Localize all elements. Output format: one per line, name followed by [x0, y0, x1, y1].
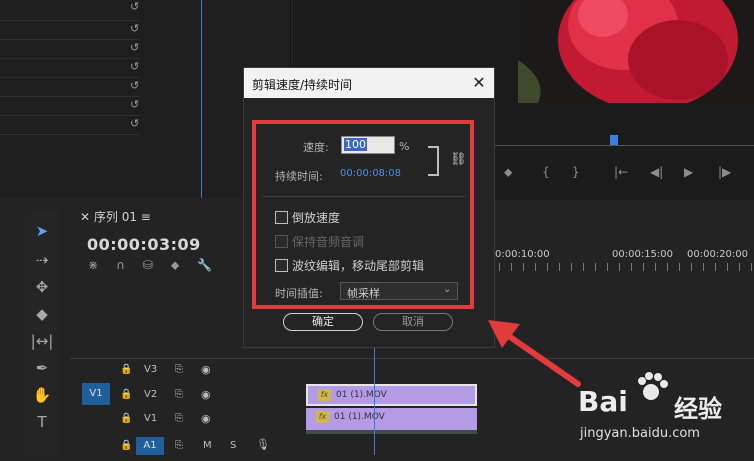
- sync-icon[interactable]: ⎘: [175, 413, 183, 424]
- tools-panel: ➤ ⇢ ✥ ◆ |↔| ✒ ✋ T: [26, 212, 58, 455]
- play-icon[interactable]: ▶: [684, 165, 693, 179]
- annotation-arrow: [488, 320, 581, 387]
- ruler-label: 00:00:20:00: [687, 249, 749, 260]
- mark-out-icon[interactable]: }: [572, 165, 580, 179]
- highlight-box: [252, 120, 474, 309]
- paw-logo: [638, 372, 668, 400]
- nest-icon[interactable]: ⋇: [88, 258, 116, 272]
- step-back-icon[interactable]: ◀|: [650, 165, 663, 179]
- sync-icon[interactable]: ⎘: [175, 364, 183, 375]
- track-header-v3: 🔒 V3 ⎘ ◉: [70, 359, 305, 383]
- track-select-icon[interactable]: ⇢: [30, 249, 54, 271]
- timeline-timecode[interactable]: 00:00:03:09: [87, 235, 201, 254]
- effect-row: ↺: [0, 95, 140, 116]
- video-preview: [518, 0, 754, 103]
- ruler-ticks: [475, 263, 754, 271]
- track-name: V1: [144, 413, 158, 424]
- track-header-a1: 🔒 A1 ⎘ M S 🎙: [70, 437, 305, 461]
- track-name: V3: [144, 364, 158, 375]
- cancel-button-label: 取消: [402, 315, 424, 328]
- ripple-edit-icon[interactable]: ✥: [30, 276, 54, 298]
- snap-icon[interactable]: ∩: [116, 258, 143, 272]
- reset-icon[interactable]: ↺: [130, 0, 142, 13]
- tab-menu-icon[interactable]: ≡: [141, 210, 151, 224]
- go-to-in-icon[interactable]: |←: [614, 165, 628, 179]
- ruler-label: 0:00:10:00: [495, 249, 550, 260]
- wrench-icon[interactable]: 🔧: [197, 258, 230, 272]
- clip-v2[interactable]: fx 01 (1).MOV: [306, 384, 477, 406]
- effect-playhead[interactable]: [201, 0, 202, 198]
- clip-v1[interactable]: fx 01 (1).MOV: [306, 408, 477, 430]
- mute-icon[interactable]: M: [203, 440, 212, 451]
- track-header-v2: V1 🔒 V2 ⎘ ◉: [70, 383, 305, 408]
- track-name: V2: [144, 389, 158, 400]
- source-track-v1[interactable]: V1: [82, 383, 110, 405]
- reset-icon[interactable]: ↺: [130, 22, 142, 35]
- effect-row: ↺: [0, 76, 140, 97]
- sync-icon[interactable]: ⎘: [175, 440, 183, 451]
- ok-button-label: 确定: [312, 315, 334, 328]
- add-marker-icon[interactable]: ⬥: [171, 258, 197, 272]
- close-icon[interactable]: ✕: [470, 73, 488, 92]
- ruler-label: 00:00:15:00: [612, 249, 674, 260]
- clip-label: 01 (1).MOV: [336, 390, 387, 400]
- type-tool-icon[interactable]: T: [30, 411, 54, 433]
- effect-row: ↺: [0, 0, 140, 21]
- audio-clip-strip: [306, 430, 477, 434]
- hand-icon[interactable]: ✋: [30, 384, 54, 406]
- eye-icon[interactable]: ◉: [201, 412, 211, 425]
- ruler-line: [493, 145, 754, 146]
- effect-row: ↺: [0, 57, 140, 78]
- track-name[interactable]: A1: [136, 437, 164, 455]
- reset-icon[interactable]: ↺: [130, 41, 142, 54]
- lock-icon[interactable]: 🔒: [120, 440, 132, 451]
- fx-badge: fx: [316, 411, 329, 423]
- reset-icon[interactable]: ↺: [130, 98, 142, 111]
- reset-icon[interactable]: ↺: [130, 79, 142, 92]
- track-header-v1: 🔒 V1 ⎘ ◉: [70, 408, 305, 432]
- rose-image: [518, 0, 754, 103]
- mark-in-icon[interactable]: {: [542, 165, 550, 179]
- cancel-button[interactable]: 取消: [373, 313, 453, 331]
- reset-icon[interactable]: ↺: [130, 60, 142, 73]
- step-forward-icon[interactable]: |▶: [718, 165, 731, 179]
- selection-tool-icon[interactable]: ➤: [30, 220, 54, 242]
- slip-icon[interactable]: |↔|: [30, 330, 54, 352]
- tab-close-icon[interactable]: ✕: [80, 210, 94, 224]
- dialog-titlebar: 剪辑速度/持续时间 ✕: [244, 68, 494, 98]
- playhead-marker[interactable]: [610, 135, 618, 145]
- solo-icon[interactable]: S: [230, 440, 236, 451]
- marker-icon[interactable]: ⬥: [504, 165, 512, 180]
- sequence-tab-label: 序列 01: [93, 210, 137, 224]
- razor-icon[interactable]: ◆: [30, 303, 54, 325]
- lock-icon[interactable]: 🔒: [120, 389, 132, 400]
- mic-icon[interactable]: 🎙: [256, 438, 270, 451]
- eye-icon[interactable]: ◉: [201, 388, 211, 401]
- watermark-brand2: 经验: [674, 395, 722, 423]
- tab-sequence[interactable]: ✕ 序列 01 ≡: [80, 208, 151, 225]
- eye-icon[interactable]: ◉: [201, 363, 211, 376]
- fx-badge: fx: [318, 389, 331, 401]
- effect-row: ↺: [0, 38, 140, 59]
- watermark-url: jingyan.baidu.com: [580, 426, 700, 441]
- lock-icon[interactable]: 🔒: [120, 364, 132, 375]
- sync-icon[interactable]: ⎘: [175, 389, 183, 400]
- dialog-title: 剪辑速度/持续时间: [252, 78, 353, 92]
- watermark-brand: Bai: [578, 385, 628, 418]
- linked-selection-icon[interactable]: ⛁: [143, 258, 171, 272]
- transport-controls: ⬥ { } |← ◀| ▶ |▶: [490, 165, 754, 193]
- timeline-tools-row: ⋇∩⛁⬥🔧: [88, 258, 230, 273]
- reset-icon[interactable]: ↺: [130, 117, 142, 130]
- ok-button[interactable]: 确定: [283, 313, 363, 331]
- effect-row: ↺: [0, 114, 140, 135]
- effect-row: ↺: [0, 19, 140, 40]
- pen-icon[interactable]: ✒: [30, 357, 54, 379]
- clip-label: 01 (1).MOV: [334, 412, 385, 422]
- lock-icon[interactable]: 🔒: [120, 413, 132, 424]
- baidu-watermark: Bai 经验 jingyan.baidu.com: [578, 370, 748, 450]
